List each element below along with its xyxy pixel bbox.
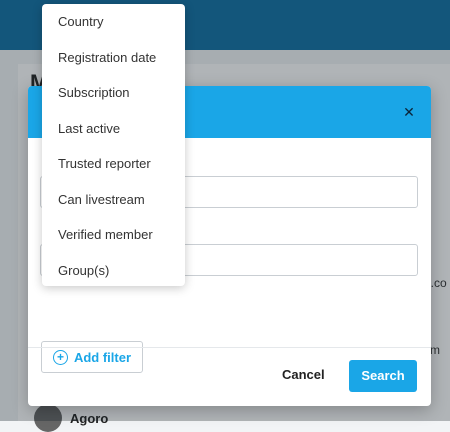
modal-footer-divider: [28, 347, 431, 348]
filter-option-groups[interactable]: Group(s): [58, 263, 109, 278]
filter-option-subscription[interactable]: Subscription: [58, 85, 130, 100]
filter-option-country[interactable]: Country: [58, 14, 104, 29]
cancel-button[interactable]: Cancel: [282, 367, 325, 382]
filter-option-trusted-reporter[interactable]: Trusted reporter: [58, 156, 151, 171]
add-filter-label: Add filter: [73, 349, 132, 365]
filter-option-verified-member[interactable]: Verified member: [58, 227, 153, 242]
filter-option-registration-date[interactable]: Registration date: [58, 50, 156, 65]
close-icon[interactable]: ✕: [399, 102, 419, 122]
add-filter-button[interactable]: + Add filter: [41, 341, 143, 373]
filter-type-dropdown: Country Registration date Subscription L…: [42, 4, 185, 286]
plus-circle-icon: +: [52, 349, 68, 365]
filter-option-can-livestream[interactable]: Can livestream: [58, 192, 145, 207]
filter-option-last-active[interactable]: Last active: [58, 121, 120, 136]
search-button[interactable]: Search: [349, 360, 417, 392]
